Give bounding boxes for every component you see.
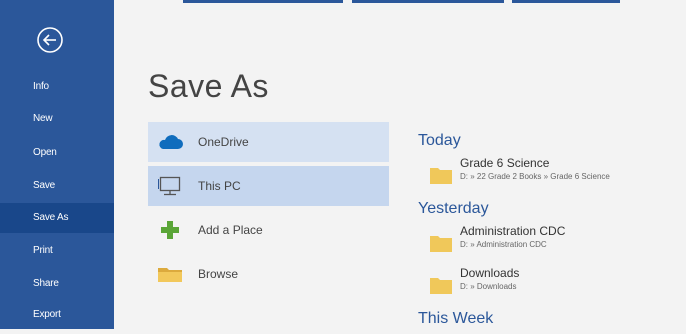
top-decoration — [352, 0, 504, 3]
backstage-nav: Info New Open Save Save As Print Share E… — [0, 0, 114, 329]
folder-icon — [430, 166, 452, 184]
folder-path: D: » 22 Grade 2 Books » Grade 6 Science — [460, 172, 610, 181]
place-add-a-place[interactable]: Add a Place — [148, 210, 389, 250]
group-title-today: Today — [418, 132, 461, 149]
plus-icon — [156, 218, 184, 242]
top-decoration — [183, 0, 343, 3]
folder-name: Administration CDC — [460, 224, 566, 238]
place-onedrive[interactable]: OneDrive — [148, 122, 389, 162]
folder-icon — [430, 276, 452, 294]
nav-item-share[interactable]: Share — [0, 269, 114, 299]
nav-item-save-as[interactable]: Save As — [0, 203, 114, 233]
recent-folder-item[interactable]: Downloads D: » Downloads — [418, 266, 686, 304]
nav-item-print[interactable]: Print — [0, 236, 114, 266]
nav-item-info[interactable]: Info — [0, 72, 114, 102]
nav-item-export[interactable]: Export — [0, 300, 114, 330]
folder-name: Grade 6 Science — [460, 156, 550, 170]
group-title-yesterday: Yesterday — [418, 200, 489, 217]
recent-folders: Today Grade 6 Science D: » 22 Grade 2 Bo… — [418, 130, 686, 334]
place-browse[interactable]: Browse — [148, 254, 389, 294]
place-label: OneDrive — [198, 135, 249, 149]
place-label: Browse — [198, 267, 239, 281]
folder-path: D: » Downloads — [460, 282, 517, 291]
computer-icon — [156, 174, 184, 198]
place-this-pc[interactable]: This PC — [148, 166, 389, 206]
folder-icon — [156, 262, 184, 286]
place-label: This PC — [198, 179, 241, 193]
top-decoration — [512, 0, 620, 3]
page-title: Save As — [148, 68, 269, 104]
nav-item-new[interactable]: New — [0, 104, 114, 134]
group-title-this-week: This Week — [418, 310, 494, 327]
place-label: Add a Place — [198, 223, 263, 237]
folder-name: Downloads — [460, 266, 520, 280]
folder-icon — [430, 234, 452, 252]
nav-item-open[interactable]: Open — [0, 138, 114, 168]
folder-path: D: » Administration CDC — [460, 240, 547, 249]
nav-item-save[interactable]: Save — [0, 171, 114, 201]
back-arrow-icon[interactable] — [33, 23, 67, 57]
cloud-icon — [156, 130, 184, 154]
save-locations: OneDrive This PC Add a Place Browse — [148, 122, 389, 298]
recent-folder-item[interactable]: Grade 6 Science D: » 22 Grade 2 Books » … — [418, 156, 686, 194]
recent-folder-item[interactable]: Administration CDC D: » Administration C… — [418, 224, 686, 262]
